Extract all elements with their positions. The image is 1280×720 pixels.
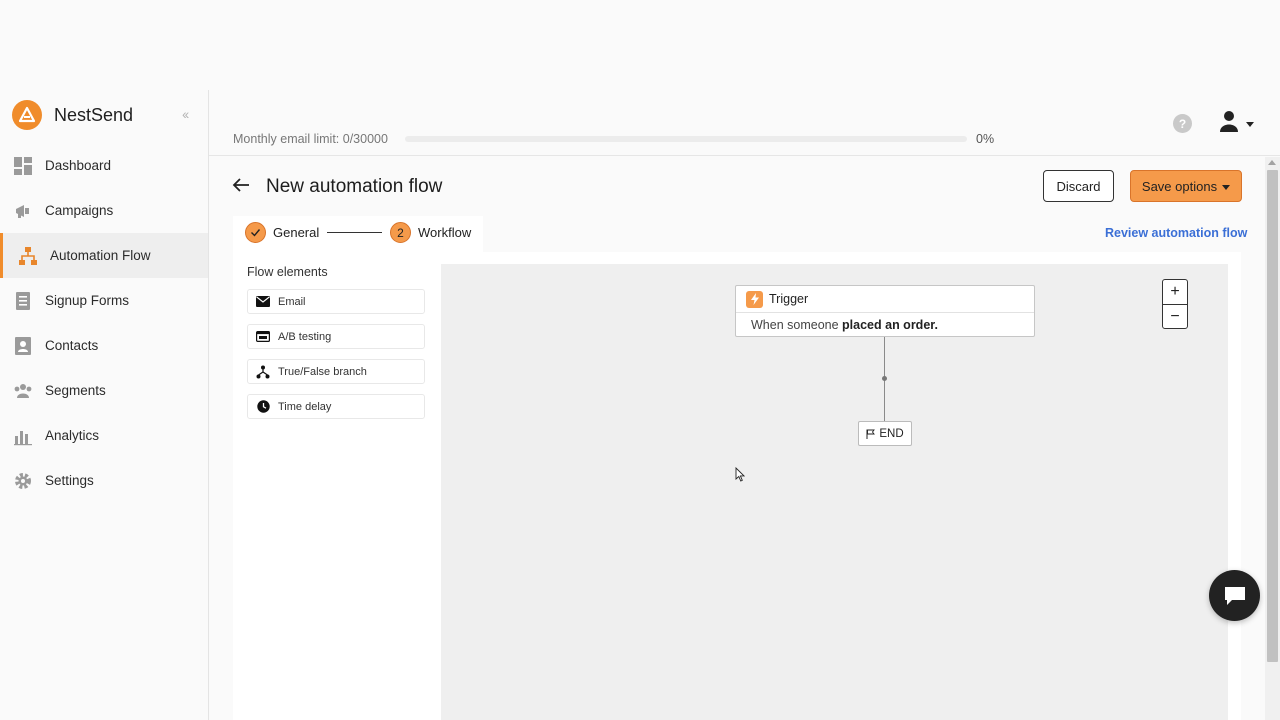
email-limit-percent: 0% (976, 132, 995, 146)
scrollbar-thumb[interactable] (1267, 170, 1278, 662)
sidebar-item-label: Signup Forms (45, 293, 130, 308)
step-workflow-label: Workflow (418, 225, 472, 240)
brand[interactable]: NestSend (12, 100, 133, 130)
sidebar-item-automation-flow[interactable]: Automation Flow (0, 233, 208, 278)
trigger-description: When someone placed an order. (736, 313, 1034, 332)
trigger-prefix: When someone (751, 318, 839, 332)
email-limit-label: Monthly email limit: 0/30000 (233, 132, 388, 146)
trigger-node[interactable]: Trigger When someone placed an order. (735, 285, 1035, 337)
help-icon[interactable]: ? (1173, 114, 1192, 133)
flow-element-ab-testing[interactable]: A/B testing (247, 324, 425, 349)
gear-icon (12, 470, 34, 492)
sidebar-item-label: Automation Flow (50, 248, 151, 263)
chat-bubble-icon (1223, 585, 1247, 607)
review-automation-flow-link[interactable]: Review automation flow (1105, 226, 1247, 240)
sidebar-item-segments[interactable]: Segments (0, 368, 208, 413)
sidebar-item-dashboard[interactable]: Dashboard (0, 143, 208, 188)
topbar: Monthly email limit: 0/30000 0% ? (209, 90, 1280, 156)
sidebar-item-label: Campaigns (45, 203, 114, 218)
ab-test-icon (256, 331, 270, 342)
flow-element-true-false-branch[interactable]: True/False branch (247, 359, 425, 384)
sidebar-item-label: Contacts (45, 338, 99, 353)
megaphone-icon (12, 200, 34, 222)
zoom-out-button[interactable]: − (1163, 304, 1187, 328)
sidebar-nav: Dashboard Campaigns Automation Flow Sign… (0, 143, 208, 503)
email-limit-progress-bar (405, 136, 967, 142)
zoom-in-button[interactable]: + (1163, 280, 1187, 304)
mouse-cursor-icon (735, 466, 746, 487)
step-general[interactable]: General (245, 222, 319, 243)
flow-elements-title: Flow elements (247, 265, 328, 279)
trigger-title: Trigger (769, 292, 809, 306)
brand-name: NestSend (54, 104, 134, 125)
flow-icon (17, 245, 39, 267)
end-label: END (879, 427, 904, 440)
trigger-node-header: Trigger (736, 286, 1034, 313)
flag-icon (866, 429, 876, 439)
user-avatar-icon (1218, 110, 1240, 137)
sidebar: NestSend ‹‹ Dashboard Campaigns Automati… (0, 90, 209, 720)
analytics-icon (12, 425, 34, 447)
sidebar-item-label: Segments (45, 383, 106, 398)
flow-element-label: A/B testing (278, 330, 332, 343)
sidebar-item-signup-forms[interactable]: Signup Forms (0, 278, 208, 323)
sidebar-item-contacts[interactable]: Contacts (0, 323, 208, 368)
step-general-label: General (273, 225, 320, 240)
sidebar-item-campaigns[interactable]: Campaigns (0, 188, 208, 233)
sidebar-item-label: Settings (45, 473, 94, 488)
nestsend-logo-icon (12, 100, 42, 130)
flow-element-email[interactable]: Email (247, 289, 425, 314)
flow-element-time-delay[interactable]: Time delay (247, 394, 425, 419)
checkmark-icon (245, 222, 266, 243)
trigger-event: placed an order. (842, 318, 938, 332)
add-step-dot[interactable] (882, 376, 887, 381)
chat-widget-button[interactable] (1209, 570, 1260, 621)
step-workflow[interactable]: 2 Workflow (390, 222, 471, 243)
segments-icon (12, 380, 34, 402)
zoom-controls: + − (1162, 279, 1188, 329)
branch-icon (256, 365, 270, 379)
clock-icon (256, 400, 270, 413)
page-title: New automation flow (266, 176, 443, 197)
dashboard-icon (12, 155, 34, 177)
discard-button[interactable]: Discard (1043, 170, 1114, 202)
lightning-icon (746, 290, 763, 308)
page-scrollbar[interactable] (1265, 157, 1280, 720)
step-connector (327, 232, 382, 233)
form-icon (12, 290, 34, 312)
collapse-sidebar-icon[interactable]: ‹‹ (182, 106, 189, 122)
sidebar-item-label: Analytics (45, 428, 100, 443)
sidebar-item-label: Dashboard (45, 158, 112, 173)
flow-element-label: True/False branch (278, 365, 367, 378)
scroll-up-arrow-icon[interactable] (1268, 160, 1276, 165)
sidebar-item-settings[interactable]: Settings (0, 458, 208, 503)
contacts-icon (12, 335, 34, 357)
chevron-down-icon (1222, 184, 1231, 190)
sidebar-item-analytics[interactable]: Analytics (0, 413, 208, 458)
envelope-icon (256, 296, 270, 307)
end-node: END (858, 421, 912, 446)
back-arrow-icon[interactable] (231, 175, 251, 200)
chevron-down-icon (1246, 122, 1254, 127)
step-workflow-number: 2 (390, 222, 411, 243)
save-options-label: Save options (1141, 178, 1218, 194)
save-options-button[interactable]: Save options (1130, 170, 1242, 202)
user-menu[interactable] (1218, 110, 1254, 137)
flow-element-label: Email (278, 295, 306, 308)
flow-element-label: Time delay (278, 400, 332, 413)
